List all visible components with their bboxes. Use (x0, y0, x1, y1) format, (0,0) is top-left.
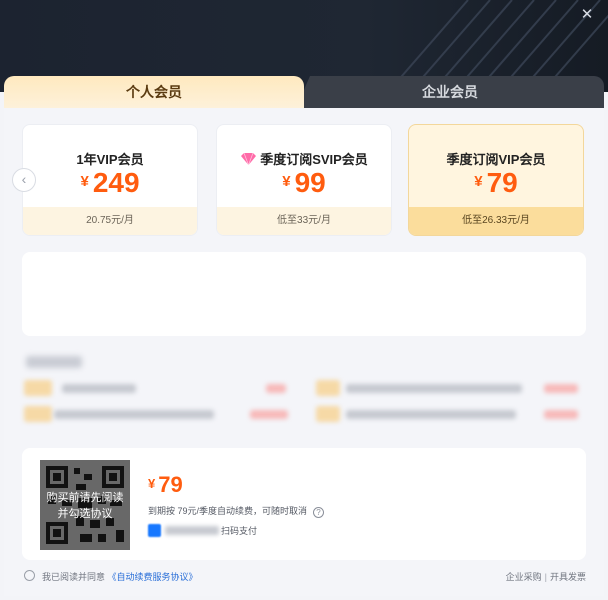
vip-purchase-window: ✕ 企业会员 个人会员 1年VIP会员 ¥249 20.75元/月 季度订阅SV… (0, 0, 608, 600)
qr-overlay-line2: 并勾选协议 (57, 508, 113, 520)
plan-monthly-note: 低至26.33元/月 (409, 207, 583, 235)
plan-name-text: 季度订阅SVIP会员 (260, 152, 368, 167)
currency-symbol: ¥ (148, 476, 156, 491)
benefit-text (54, 410, 214, 419)
footer-separator: | (544, 572, 547, 582)
benefit-tag (316, 380, 340, 396)
benefit-text (346, 384, 522, 393)
close-button[interactable]: ✕ (578, 6, 596, 24)
auto-renew-agreement-link[interactable]: 《自动续费服务协议》 (108, 572, 198, 582)
tab-enterprise[interactable]: 企业会员 (296, 76, 604, 108)
payment-method-name-blurred (165, 526, 219, 535)
promo-panel (22, 252, 586, 336)
plan-monthly-note: 低至33元/月 (217, 207, 391, 235)
plan-card-quarterly-svip[interactable]: 季度订阅SVIP会员 ¥99 低至33元/月 (216, 124, 392, 236)
prev-plans-button[interactable]: ‹ (12, 168, 36, 192)
chevron-left-icon: ‹ (21, 171, 27, 187)
svip-diamond-icon (241, 153, 257, 165)
payment-method-label: 扫码支付 (221, 526, 258, 536)
enterprise-purchase-link[interactable]: 企业采购 (506, 572, 542, 582)
plan-name: 季度订阅SVIP会员 (217, 149, 391, 168)
plan-price: ¥99 (217, 167, 391, 199)
benefit-value (544, 384, 578, 393)
payment-panel: 购买前请先阅读 并勾选协议 ¥79 到期按 79元/季度自动续费，可随时取消? … (22, 448, 586, 560)
auto-renew-note: 到期按 79元/季度自动续费，可随时取消? (148, 504, 325, 518)
agreement-radio[interactable] (24, 570, 35, 581)
benefit-value (266, 384, 286, 393)
benefit-value (544, 410, 578, 419)
benefit-tag (24, 380, 52, 396)
payment-price-value: 79 (158, 472, 183, 497)
invoice-link[interactable]: 开具发票 (550, 572, 586, 582)
membership-tabs: 企业会员 个人会员 (4, 76, 604, 108)
qr-overlay-line1: 购买前请先阅读 (46, 492, 124, 504)
currency-symbol: ¥ (80, 173, 89, 190)
currency-symbol: ¥ (282, 173, 291, 190)
plan-price: ¥79 (409, 167, 583, 199)
benefit-text (62, 384, 136, 393)
alipay-icon (148, 524, 161, 537)
plan-card-1year-vip[interactable]: 1年VIP会员 ¥249 20.75元/月 (22, 124, 198, 236)
plan-card-quarterly-vip[interactable]: 季度订阅VIP会员 ¥79 低至26.33元/月 (408, 124, 584, 236)
plan-monthly-note: 20.75元/月 (23, 207, 197, 235)
agreement-prefix: 我已阅读并同意 (42, 572, 106, 582)
plan-name: 季度订阅VIP会员 (446, 152, 546, 167)
qr-overlay-text: 购买前请先阅读 并勾选协议 (40, 490, 130, 522)
auto-renew-text: 到期按 79元/季度自动续费，可随时取消 (148, 506, 308, 516)
help-icon[interactable]: ? (313, 507, 325, 518)
price-value: 79 (486, 167, 518, 198)
tab-personal[interactable]: 个人会员 (4, 76, 304, 108)
currency-symbol: ¥ (474, 173, 483, 190)
benefit-value (250, 410, 288, 419)
benefits-title-blurred (26, 356, 82, 368)
benefit-tag (316, 406, 340, 422)
benefit-tag (24, 406, 52, 422)
footer-links: 企业采购 | 开具发票 (506, 570, 586, 583)
plan-name: 1年VIP会员 (76, 152, 144, 167)
benefit-text (346, 410, 516, 419)
payment-amount: ¥79 (148, 472, 183, 498)
close-icon: ✕ (580, 6, 594, 23)
plan-price: ¥249 (23, 167, 197, 199)
agreement-text: 我已阅读并同意 《自动续费服务协议》 (42, 570, 198, 583)
price-value: 249 (92, 167, 140, 198)
price-value: 99 (294, 167, 326, 198)
payment-method: 扫码支付 (148, 524, 257, 538)
footer-bar: 我已阅读并同意 《自动续费服务协议》 企业采购 | 开具发票 (22, 568, 586, 588)
main-content: 1年VIP会员 ¥249 20.75元/月 季度订阅SVIP会员 ¥99 低至3… (4, 108, 604, 596)
payment-qr-code[interactable]: 购买前请先阅读 并勾选协议 (40, 460, 130, 550)
